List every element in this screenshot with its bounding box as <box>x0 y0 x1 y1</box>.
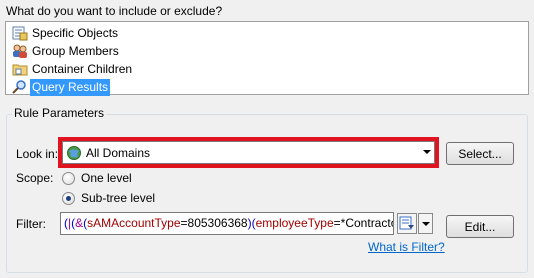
look-in-combobox[interactable]: All Domains <box>62 141 435 164</box>
filter-label: Filter: <box>16 217 46 231</box>
look-in-label: Look in: <box>16 147 59 161</box>
scope-label: Scope: <box>16 171 54 185</box>
domain-globe-icon <box>66 145 82 161</box>
rule-parameters-caption: Rule Parameters <box>12 106 107 120</box>
specific-objects-icon <box>12 25 28 41</box>
edit-button[interactable]: Edit... <box>446 215 514 238</box>
select-button[interactable]: Select... <box>446 142 514 165</box>
list-item-label: Group Members <box>32 43 119 58</box>
one-level-radio[interactable] <box>62 171 75 185</box>
what-is-filter-link[interactable]: What is Filter? <box>368 240 445 254</box>
list-item-container-children[interactable]: Container Children <box>12 60 134 78</box>
rule-type-list[interactable]: Specific Objects Group Members Container… <box>5 21 529 96</box>
look-in-value: All Domains <box>86 145 151 160</box>
edit-button-label: Edit... <box>464 219 496 234</box>
query-results-icon <box>12 79 28 95</box>
scope-one-level-option[interactable]: One level <box>62 171 132 185</box>
select-button-label: Select... <box>458 146 502 161</box>
list-item-group-members[interactable]: Group Members <box>12 42 121 60</box>
filter-builder-button[interactable] <box>397 213 417 234</box>
list-item-label: Container Children <box>32 61 133 76</box>
list-item-query-results[interactable]: Query Results <box>12 78 111 96</box>
container-children-icon <box>12 61 28 77</box>
chevron-down-icon <box>423 150 431 154</box>
filter-input[interactable]: (|(&(sAMAccountType=805306368)(employeeT… <box>60 212 394 235</box>
list-item-label: Specific Objects <box>32 25 119 40</box>
filter-text: (|(&(sAMAccountType=805306368)(employeeT… <box>64 216 393 230</box>
list-item-label: Query Results <box>30 78 111 96</box>
filter-dropdown-button[interactable] <box>418 213 433 234</box>
one-level-label: One level <box>81 171 132 185</box>
scope-sub-tree-option[interactable]: Sub-tree level <box>62 191 155 205</box>
list-item-specific-objects[interactable]: Specific Objects <box>12 24 120 42</box>
sub-tree-level-radio[interactable] <box>62 191 75 205</box>
rule-dialog: What do you want to include or exclude? … <box>0 0 534 278</box>
include-exclude-question: What do you want to include or exclude? <box>6 4 223 18</box>
sub-tree-level-label: Sub-tree level <box>81 191 156 205</box>
filter-builder-icon <box>399 216 414 230</box>
group-members-icon <box>12 43 28 59</box>
